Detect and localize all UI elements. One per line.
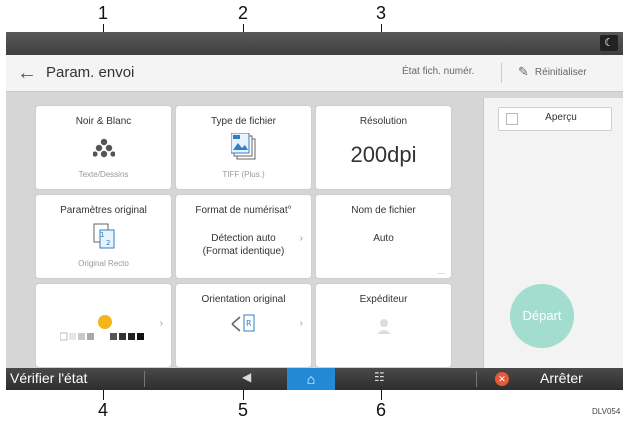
preview-label: Aperçu	[545, 112, 577, 123]
bw-dots-icon	[93, 138, 115, 158]
orientation-icon: R	[231, 314, 255, 332]
sender-tile[interactable]: Expéditeur	[316, 284, 451, 367]
original-orientation-label: Orientation original	[201, 294, 286, 305]
file-name-value: Auto	[373, 233, 394, 244]
chevron-right-icon: ›	[299, 318, 303, 329]
single-sided-original-icon: 1 2	[93, 223, 115, 249]
sender-label: Expéditeur	[359, 294, 408, 305]
callout-3: 3	[375, 3, 386, 23]
start-button[interactable]: Départ	[510, 284, 574, 348]
chevron-right-icon: ›	[299, 233, 303, 244]
device-screen: ☾ ← Param. envoi État fich. numér. ✎ Réi…	[6, 32, 623, 390]
scan-format-tile[interactable]: Format de numérisat° Détection auto (For…	[176, 195, 311, 278]
file-type-label: Type de fichier	[210, 116, 277, 127]
bottom-divider	[476, 371, 477, 387]
file-name-tile[interactable]: Nom de fichier Auto ...	[316, 195, 451, 278]
stop-icon[interactable]: ✕	[495, 372, 509, 386]
callout-6: 6	[375, 400, 386, 420]
right-panel: Aperçu Départ	[483, 98, 623, 368]
home-icon[interactable]: ⌂	[287, 368, 335, 390]
page-title: Param. envoi	[46, 64, 135, 81]
file-stack-icon	[231, 133, 256, 160]
resolution-label: Résolution	[359, 116, 408, 127]
scan-format-value-2: (Format identique)	[202, 246, 285, 257]
bottom-bar: Vérifier l'état ◀ ⌂ ☷ ✕ Arrêter	[6, 368, 623, 390]
status-bar: ☾	[6, 32, 623, 55]
bottom-divider	[144, 371, 145, 387]
density-scale-icon	[60, 315, 144, 341]
callout-4: 4	[97, 400, 108, 420]
preview-toggle[interactable]: Aperçu	[498, 107, 612, 131]
prev-icon[interactable]: ◀	[242, 370, 251, 384]
svg-text:R: R	[246, 319, 252, 328]
original-settings-label: Paramètres original	[60, 205, 147, 216]
sender-person-icon	[377, 319, 391, 334]
header-divider	[501, 63, 502, 83]
resolution-value: 200dpi	[350, 142, 417, 167]
density-tile[interactable]: ›	[36, 284, 171, 367]
moon-icon[interactable]: ☾	[600, 35, 618, 51]
reset-button[interactable]: ✎ Réinitialiser	[518, 64, 587, 80]
dots-icon: ...	[437, 266, 445, 276]
svg-text:2: 2	[106, 239, 110, 247]
color-mode-sub: Texte/Dessins	[78, 170, 129, 179]
svg-text:1: 1	[100, 231, 104, 239]
grid-icon[interactable]: ☷	[374, 370, 385, 384]
original-orientation-tile[interactable]: Orientation original R ›	[176, 284, 311, 367]
chevron-right-icon: ›	[159, 318, 163, 329]
header-bar: ← Param. envoi État fich. numér. ✎ Réini…	[6, 55, 623, 92]
original-settings-tile[interactable]: Paramètres original 1 2 Original Recto	[36, 195, 171, 278]
reset-label: Réinitialiser	[534, 66, 587, 78]
file-name-label: Nom de fichier	[351, 205, 416, 216]
resolution-tile[interactable]: Résolution 200dpi	[316, 106, 451, 189]
file-type-tile[interactable]: Type de fichier TIFF (Plus.)	[176, 106, 311, 189]
callout-5: 5	[237, 400, 248, 420]
color-mode-label: Noir & Blanc	[75, 116, 132, 127]
check-status-button[interactable]: Vérifier l'état	[10, 370, 87, 386]
scan-file-state-link[interactable]: État fich. numér.	[402, 66, 474, 77]
scan-format-value-1: Détection auto	[211, 233, 276, 244]
callout-2: 2	[237, 3, 248, 23]
color-mode-tile[interactable]: Noir & Blanc Texte/Dessins	[36, 106, 171, 189]
pen-icon: ✎	[518, 64, 529, 79]
stop-button[interactable]: Arrêter	[540, 370, 583, 386]
callout-1: 1	[97, 3, 108, 23]
back-arrow-icon[interactable]: ←	[14, 61, 40, 85]
figure-code: DLV054	[592, 407, 621, 416]
file-type-sub: TIFF (Plus.)	[222, 170, 265, 179]
scan-format-label: Format de numérisat°	[195, 205, 292, 216]
original-settings-sub: Original Recto	[78, 259, 129, 268]
